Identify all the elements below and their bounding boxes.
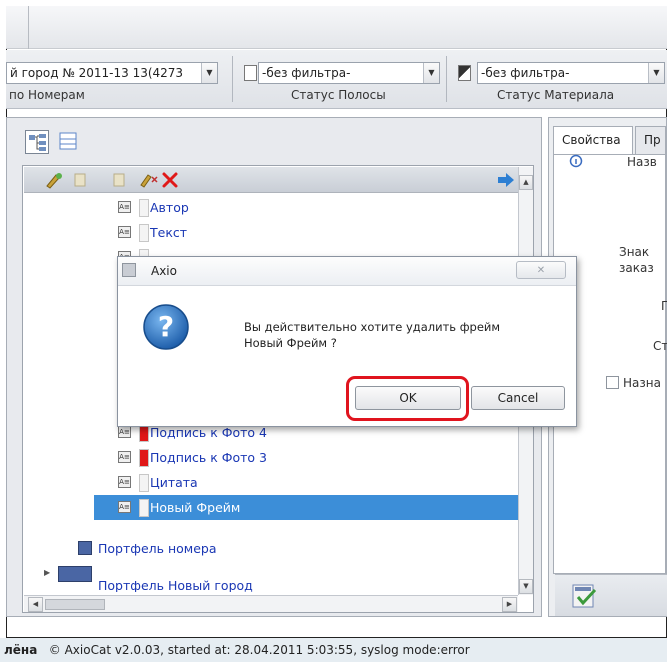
expand-icon[interactable]: ▶ (44, 568, 52, 578)
prop-label-g: Г (661, 299, 667, 313)
page-icon (244, 65, 257, 81)
tab-properties[interactable]: Свойства (553, 126, 633, 154)
strip-status-value: -без фильтра- (262, 66, 351, 80)
prop-label-assign: Назна (623, 376, 661, 390)
tree-item[interactable]: A≡ Цитата (94, 470, 518, 495)
tree-item-label: Новый Фрейм (150, 500, 241, 515)
prop-label-sign: Знак (619, 245, 650, 259)
dialog-titlebar: Axio ✕ (118, 257, 576, 286)
frame-color-swatch (139, 474, 149, 492)
scroll-left-icon[interactable]: ◀ (28, 597, 43, 612)
tree-item-label: Цитата (150, 475, 198, 490)
portfolio-city-label: Портфель Новый город (98, 579, 253, 592)
material-status-caption: Статус Материала (497, 88, 615, 102)
frame-type-icon: A≡ (118, 476, 131, 488)
frame-type-icon: A≡ (118, 201, 131, 213)
tree-item[interactable]: A≡ Текст (94, 220, 518, 245)
issue-filter-value: й город № 2011-13 13(4273 (10, 66, 184, 80)
frame-color-swatch (139, 224, 149, 242)
separator (446, 56, 447, 102)
frame-color-swatch (139, 199, 149, 217)
material-status-value: -без фильтра- (481, 66, 570, 80)
tree-item[interactable]: A≡ Подпись к Фото 3 (94, 445, 518, 470)
cancel-button[interactable]: Cancel (471, 386, 565, 410)
chevron-down-icon[interactable]: ▼ (201, 63, 217, 83)
portfolio-city-icon (58, 566, 92, 582)
ok-highlight-annotation (346, 376, 469, 421)
scroll-thumb[interactable] (45, 599, 105, 610)
issue-filter-caption: по Номерам (9, 88, 85, 102)
dialog-message-line1: Вы действительно хотите удалить фрейм (244, 320, 501, 334)
delete-icon[interactable] (160, 170, 180, 190)
tree-item[interactable]: A≡ Новый Фрейм (94, 495, 518, 520)
tree-item-label: Подпись к Фото 3 (150, 450, 267, 465)
tree-horizontal-scrollbar[interactable]: ◀ ▶ (24, 595, 518, 612)
apply-icon[interactable] (571, 582, 599, 610)
prop-label-st: Ст (653, 339, 667, 353)
assign-checkbox[interactable] (606, 376, 619, 389)
copy-icon[interactable] (72, 171, 90, 189)
frame-color-swatch (139, 449, 149, 467)
portfolio-icon (78, 541, 92, 555)
separator (232, 56, 233, 102)
frame-type-icon: A≡ (118, 501, 131, 513)
issue-filter-select[interactable]: й город № 2011-13 13(4273 ▼ (6, 62, 218, 84)
scroll-right-icon[interactable]: ▶ (502, 597, 517, 612)
material-icon (458, 65, 471, 81)
svg-text:?: ? (158, 310, 174, 343)
scroll-down-icon[interactable]: ▼ (519, 579, 533, 594)
move-frame-icon[interactable] (138, 171, 160, 189)
add-frame-icon[interactable] (44, 171, 64, 189)
tree-view-toggle[interactable] (25, 130, 49, 154)
info-icon (569, 154, 583, 168)
top-band (6, 6, 667, 49)
chevron-down-icon[interactable]: ▼ (423, 63, 439, 83)
tab-second[interactable]: Пр (635, 126, 666, 154)
chevron-down-icon[interactable]: ▼ (648, 63, 664, 83)
scroll-up-icon[interactable]: ▲ (519, 175, 533, 190)
frame-color-swatch (139, 499, 149, 517)
arrow-right-icon[interactable] (496, 170, 516, 190)
status-prefix: лёна (4, 643, 38, 657)
list-view-icon (59, 132, 77, 150)
frame-type-icon: A≡ (118, 451, 131, 463)
question-icon: ? (143, 304, 189, 350)
filter-bar: й город № 2011-13 13(4273 ▼ по Номерам -… (6, 50, 667, 109)
strip-status-caption: Статус Полосы (291, 88, 386, 102)
tree-item[interactable]: A≡ Автор (94, 195, 518, 220)
portfolio-issue-node[interactable]: Портфель номера (98, 541, 217, 556)
tree-item-label: Автор (150, 200, 189, 215)
dialog-title: Axio (151, 264, 177, 278)
status-bar: лёна © AxioCat v2.0.03, started at: 28.0… (0, 638, 667, 662)
frame-type-icon: A≡ (118, 426, 131, 438)
tree-toolbar (24, 167, 518, 193)
top-tab-stub[interactable] (6, 6, 29, 49)
frame-type-icon: A≡ (118, 226, 131, 238)
portfolio-city-node[interactable]: Портфель Новый город (98, 579, 253, 592)
tree-item-label: Текст (150, 225, 188, 240)
material-status-select[interactable]: -без фильтра- ▼ (477, 62, 665, 84)
paste-icon[interactable] (110, 171, 128, 189)
status-text: © AxioCat v2.0.03, started at: 28.04.201… (48, 643, 470, 657)
strip-status-select[interactable]: -без фильтра- ▼ (258, 62, 440, 84)
app-icon (122, 263, 136, 277)
list-view-toggle[interactable] (57, 130, 81, 154)
dialog-message-line2: Новый Фрейм ? (244, 336, 337, 350)
close-icon[interactable]: ✕ (516, 261, 566, 279)
prop-label-order: заказ (619, 261, 654, 275)
prop-label-name: Назв (627, 155, 657, 169)
tree-view-icon (29, 134, 46, 151)
